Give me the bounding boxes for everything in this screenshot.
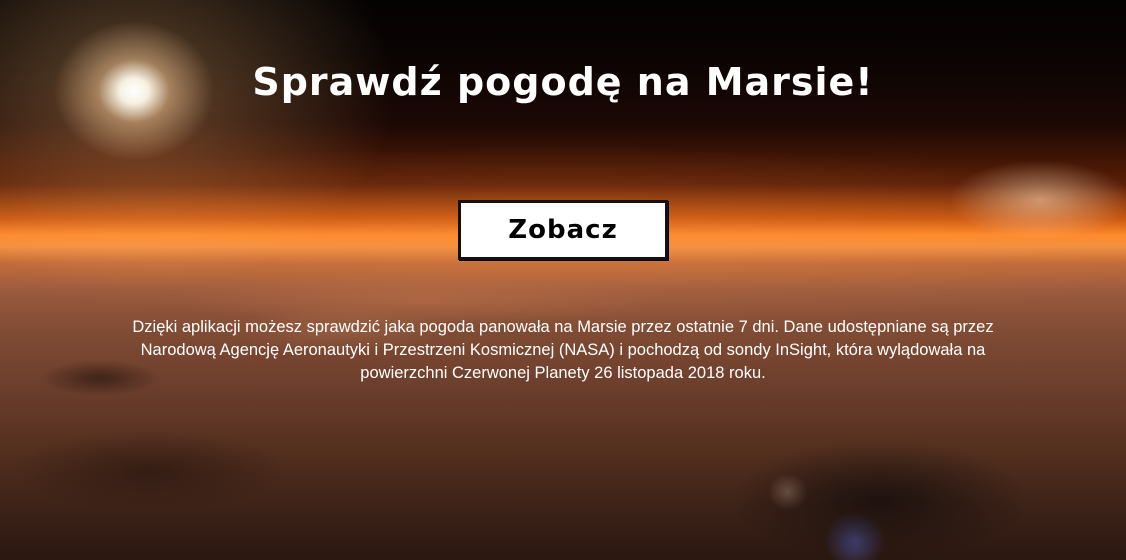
page-title: Sprawdź pogodę na Marsie! [252, 60, 874, 104]
see-weather-button[interactable]: Zobacz [458, 200, 668, 260]
hero-section: Sprawdź pogodę na Marsie! Zobacz Dzięki … [0, 0, 1126, 560]
app-description: Dzięki aplikacji możesz sprawdzić jaka p… [132, 318, 994, 382]
